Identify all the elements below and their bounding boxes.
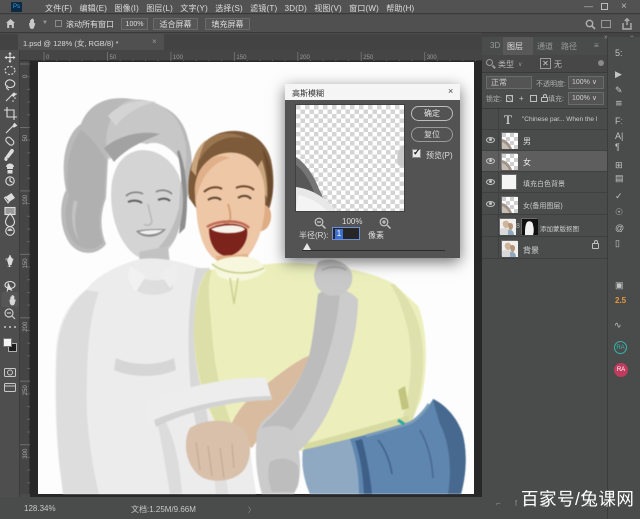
svg-text:0: 0 bbox=[23, 74, 29, 78]
svg-text:T: T bbox=[6, 255, 14, 270]
